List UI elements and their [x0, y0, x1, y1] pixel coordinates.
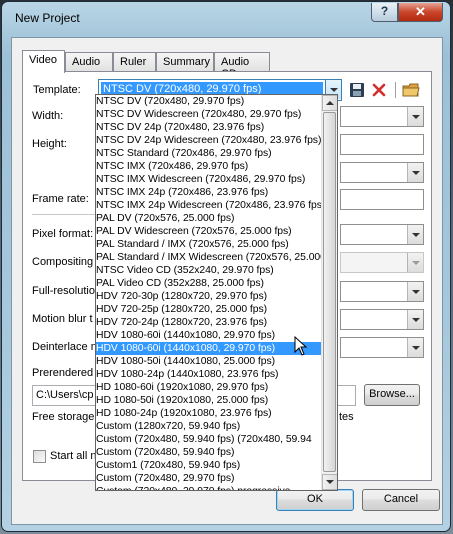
template-option[interactable]: HDV 720-24p (1280x720, 23.976 fps) [96, 316, 322, 329]
template-option[interactable]: HD 1080-50i (1920x1080, 25.000 fps) [96, 394, 322, 407]
chevron-down-icon[interactable] [407, 107, 423, 126]
template-option[interactable]: NTSC DV Widescreen (720x480, 29.970 fps) [96, 108, 322, 121]
template-option[interactable]: Custom (1280x720, 59.940 fps) [96, 420, 322, 433]
template-option[interactable]: NTSC IMX (720x486, 29.970 fps) [96, 160, 322, 173]
template-option[interactable]: Custom (720x480, 59.940 fps) [96, 446, 322, 459]
chevron-down-icon[interactable] [407, 338, 423, 357]
template-option[interactable]: PAL Standard / IMX (720x576, 25.000 fps) [96, 238, 322, 251]
field-order-combo[interactable] [340, 162, 424, 183]
free-storage-value: tes [339, 411, 354, 423]
template-option[interactable]: NTSC IMX 24p (720x486, 23.976 fps) [96, 186, 322, 199]
template-option[interactable]: HDV 720-30p (1280x720, 29.970 fps) [96, 290, 322, 303]
template-option[interactable]: HDV 1080-60i (1440x1080, 29.970 fps) [96, 329, 322, 342]
motion-blur-label: Motion blur t [32, 313, 93, 325]
template-option[interactable]: PAL Standard / IMX Widescreen (720x576, … [96, 251, 322, 264]
pixel-format-combo[interactable] [340, 224, 424, 245]
compositing-combo [340, 252, 424, 273]
template-option[interactable]: Custom (720x480, 29.970 fps) [96, 472, 322, 485]
scroll-down-button[interactable] [322, 474, 337, 490]
close-button[interactable]: ✕ [398, 3, 443, 22]
motion-blur-combo[interactable] [340, 309, 424, 330]
scroll-thumb[interactable] [323, 112, 336, 472]
tab-summary[interactable]: Summary [156, 52, 214, 72]
template-option[interactable]: NTSC IMX Widescreen (720x486, 29.970 fps… [96, 173, 322, 186]
template-option[interactable]: HD 1080-24p (1920x1080, 23.976 fps) [96, 407, 322, 420]
template-option[interactable]: HDV 1080-60i (1440x1080, 29.970 fps) [96, 342, 322, 355]
template-option[interactable]: NTSC DV 24p (720x480, 23.976 fps) [96, 121, 322, 134]
dropdown-scrollbar[interactable] [321, 95, 337, 490]
chevron-down-icon[interactable] [407, 282, 423, 301]
help-button[interactable]: ? [371, 3, 398, 22]
compositing-label: Compositing [32, 256, 94, 268]
chevron-down-icon[interactable] [407, 225, 423, 244]
tab-video[interactable]: Video [22, 50, 65, 73]
template-option[interactable]: NTSC DV 24p Widescreen (720x480, 23.976 … [96, 134, 322, 147]
free-storage-label: Free storage [32, 411, 95, 423]
delete-icon[interactable] [369, 80, 389, 100]
full-resolution-combo[interactable] [340, 281, 424, 302]
height-label: Height: [32, 138, 67, 150]
template-option[interactable]: HDV 1080-50i (1440x1080, 25.000 fps) [96, 355, 322, 368]
height-combo[interactable] [340, 134, 424, 155]
template-option[interactable]: NTSC IMX 24p Widescreen (720x486, 23.976… [96, 199, 322, 212]
template-dropdown-list[interactable]: NTSC DV (720x480, 29.970 fps) NTSC DV Wid… [95, 94, 338, 491]
folder-icon[interactable] [401, 80, 421, 100]
template-option[interactable]: HD 1080-60i (1920x1080, 29.970 fps) [96, 381, 322, 394]
tab-audio[interactable]: Audio [65, 52, 113, 72]
browse-button[interactable]: Browse... [364, 384, 420, 406]
title-bar[interactable]: New Project ? ✕ [3, 3, 451, 31]
template-option[interactable]: PAL DV Widescreen (720x576, 25.000 fps) [96, 225, 322, 238]
template-option[interactable]: Custom1 (720x480, 59.940 fps) [96, 459, 322, 472]
template-option[interactable]: NTSC Standard (720x486, 29.970 fps) [96, 147, 322, 160]
frame-rate-combo[interactable] [340, 189, 424, 210]
template-options: NTSC DV (720x480, 29.970 fps) NTSC DV Wid… [96, 95, 322, 490]
mouse-cursor-icon [294, 336, 308, 356]
width-combo[interactable] [340, 106, 424, 127]
template-option[interactable]: HDV 1080-24p (1440x1080, 23.976 fps) [96, 368, 322, 381]
width-label: Width: [32, 110, 64, 122]
save-icon[interactable] [347, 80, 367, 100]
scroll-up-button[interactable] [322, 95, 337, 111]
chevron-down-icon[interactable] [407, 310, 423, 329]
template-option[interactable]: Custom (720x480, 59.940 fps) (720x480, 5… [96, 433, 322, 446]
tab-ruler[interactable]: Ruler [113, 52, 156, 72]
cancel-button[interactable]: Cancel [362, 489, 440, 511]
pixel-format-label: Pixel format: [32, 228, 94, 240]
template-option[interactable]: PAL DV (720x576, 25.000 fps) [96, 212, 322, 225]
start-all-label: Start all n [50, 450, 97, 462]
prerendered-label: Prerendered [32, 367, 94, 379]
frame-rate-label: Frame rate: [32, 193, 89, 205]
template-option[interactable]: NTSC DV (720x480, 29.970 fps) [96, 95, 322, 108]
toolbar-separator [395, 82, 396, 98]
separator-line [32, 214, 102, 215]
chevron-down-icon[interactable] [407, 163, 423, 182]
template-option[interactable]: NTSC Video CD (352x240, 29.970 fps) [96, 264, 322, 277]
start-all-checkbox[interactable] [33, 450, 46, 463]
template-label: Template: [33, 84, 81, 96]
tab-audio-cd[interactable]: Audio CD [214, 52, 270, 80]
full-resolution-label: Full-resolutio [32, 285, 95, 297]
template-option[interactable]: PAL Video CD (352x288, 25.000 fps) [96, 277, 322, 290]
template-option[interactable]: Custom (720x480, 29.970 fps) progressive [96, 485, 322, 490]
deinterlace-label: Deinterlace n [32, 341, 97, 353]
template-option[interactable]: HDV 720-25p (1280x720, 25.000 fps) [96, 303, 322, 316]
chevron-down-icon [407, 253, 423, 272]
deinterlace-combo[interactable] [340, 337, 424, 358]
window-title: New Project [15, 11, 80, 25]
ok-button[interactable]: OK [276, 489, 354, 511]
